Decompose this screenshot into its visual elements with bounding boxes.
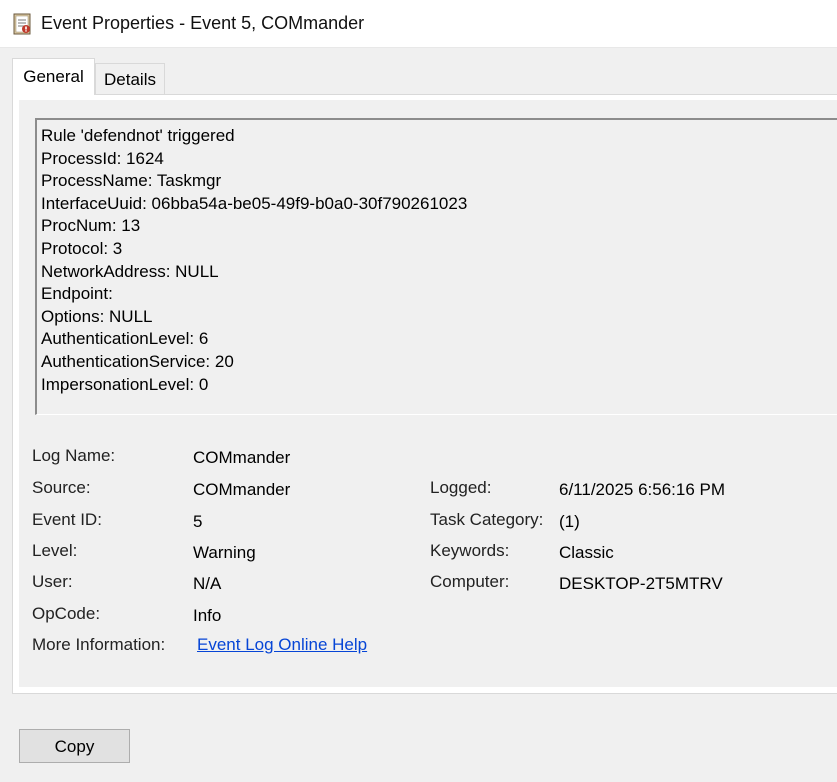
event-viewer-icon [13, 13, 31, 35]
event-description-text: Rule 'defendnot' triggered ProcessId: 16… [41, 126, 468, 394]
opcode-label: OpCode: [32, 604, 101, 623]
computer-label: Computer: [430, 572, 510, 591]
opcode-value: Info [193, 606, 222, 625]
logged-label: Logged: [430, 478, 492, 497]
event-id-value: 5 [193, 512, 203, 531]
more-information-label: More Information: [32, 635, 166, 654]
tab-general[interactable]: General [12, 58, 95, 95]
keywords-label: Keywords: [430, 541, 510, 560]
level-value: Warning [193, 543, 256, 562]
logged-value: 6/11/2025 6:56:16 PM [559, 480, 726, 499]
general-panel-body: Rule 'defendnot' triggered ProcessId: 16… [19, 100, 837, 687]
user-label: User: [32, 572, 73, 591]
event-id-label: Event ID: [32, 510, 102, 529]
task-category-value: (1) [559, 512, 580, 531]
tab-details[interactable]: Details [95, 63, 165, 94]
task-category-label: Task Category: [430, 510, 544, 529]
source-label: Source: [32, 478, 91, 497]
user-value: N/A [193, 574, 222, 593]
source-value: COMmander [193, 480, 291, 499]
title-bar: Event Properties - Event 5, COMmander [0, 0, 837, 48]
event-log-online-help-link[interactable]: Event Log Online Help [197, 635, 367, 655]
log-name-value: COMmander [193, 448, 291, 467]
general-panel: Rule 'defendnot' triggered ProcessId: 16… [12, 94, 837, 694]
level-label: Level: [32, 541, 78, 560]
keywords-value: Classic [559, 543, 614, 562]
computer-value: DESKTOP-2T5MTRV [559, 574, 723, 593]
event-description-box[interactable]: Rule 'defendnot' triggered ProcessId: 16… [35, 118, 837, 415]
copy-button[interactable]: Copy [19, 729, 130, 763]
window-title: Event Properties - Event 5, COMmander [41, 13, 365, 33]
log-name-label: Log Name: [32, 446, 116, 465]
